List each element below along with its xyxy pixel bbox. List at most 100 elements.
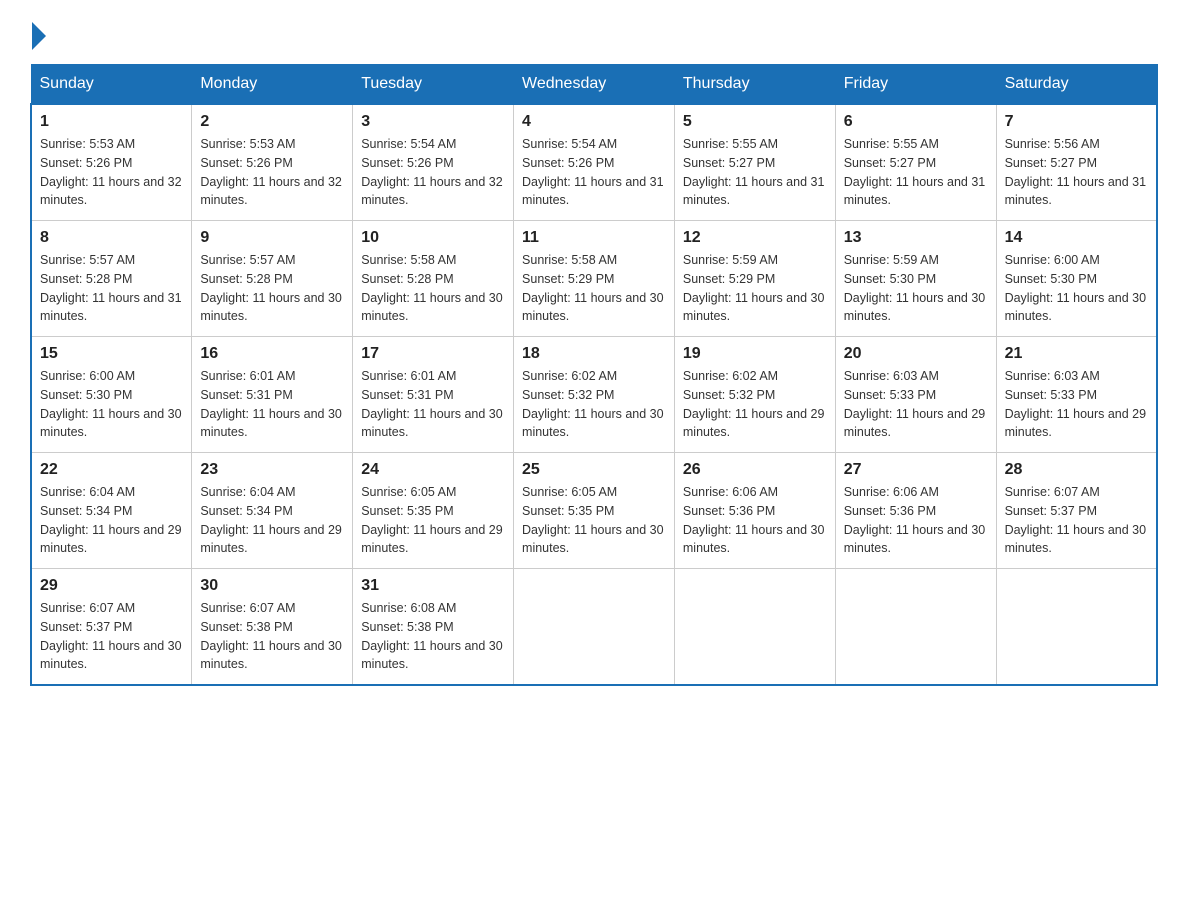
day-of-week-header: Monday <box>192 65 353 105</box>
day-info: Sunrise: 6:03 AMSunset: 5:33 PMDaylight:… <box>1005 369 1147 439</box>
calendar-cell <box>835 569 996 686</box>
calendar-cell <box>674 569 835 686</box>
day-info: Sunrise: 6:00 AMSunset: 5:30 PMDaylight:… <box>1005 253 1147 323</box>
calendar-header-row: SundayMondayTuesdayWednesdayThursdayFrid… <box>31 65 1157 105</box>
calendar-week-row: 1 Sunrise: 5:53 AMSunset: 5:26 PMDayligh… <box>31 104 1157 221</box>
day-of-week-header: Friday <box>835 65 996 105</box>
day-info: Sunrise: 5:55 AMSunset: 5:27 PMDaylight:… <box>844 137 986 207</box>
day-number: 20 <box>844 345 988 363</box>
day-info: Sunrise: 6:01 AMSunset: 5:31 PMDaylight:… <box>200 369 342 439</box>
day-info: Sunrise: 6:05 AMSunset: 5:35 PMDaylight:… <box>522 485 664 555</box>
day-of-week-header: Wednesday <box>514 65 675 105</box>
day-number: 12 <box>683 229 827 247</box>
day-info: Sunrise: 5:57 AMSunset: 5:28 PMDaylight:… <box>200 253 342 323</box>
day-info: Sunrise: 5:53 AMSunset: 5:26 PMDaylight:… <box>40 137 182 207</box>
day-info: Sunrise: 6:02 AMSunset: 5:32 PMDaylight:… <box>522 369 664 439</box>
day-info: Sunrise: 6:07 AMSunset: 5:37 PMDaylight:… <box>40 601 182 671</box>
day-number: 28 <box>1005 461 1148 479</box>
day-number: 10 <box>361 229 505 247</box>
calendar-cell: 22 Sunrise: 6:04 AMSunset: 5:34 PMDaylig… <box>31 453 192 569</box>
day-info: Sunrise: 5:56 AMSunset: 5:27 PMDaylight:… <box>1005 137 1147 207</box>
day-of-week-header: Saturday <box>996 65 1157 105</box>
calendar-cell: 29 Sunrise: 6:07 AMSunset: 5:37 PMDaylig… <box>31 569 192 686</box>
calendar-cell: 16 Sunrise: 6:01 AMSunset: 5:31 PMDaylig… <box>192 337 353 453</box>
day-of-week-header: Sunday <box>31 65 192 105</box>
day-number: 1 <box>40 113 183 131</box>
calendar-cell: 7 Sunrise: 5:56 AMSunset: 5:27 PMDayligh… <box>996 104 1157 221</box>
calendar-cell: 18 Sunrise: 6:02 AMSunset: 5:32 PMDaylig… <box>514 337 675 453</box>
day-info: Sunrise: 6:04 AMSunset: 5:34 PMDaylight:… <box>40 485 182 555</box>
day-number: 23 <box>200 461 344 479</box>
day-info: Sunrise: 6:06 AMSunset: 5:36 PMDaylight:… <box>683 485 825 555</box>
day-number: 8 <box>40 229 183 247</box>
day-number: 22 <box>40 461 183 479</box>
calendar-cell: 30 Sunrise: 6:07 AMSunset: 5:38 PMDaylig… <box>192 569 353 686</box>
logo <box>30 20 46 46</box>
day-number: 25 <box>522 461 666 479</box>
day-info: Sunrise: 5:58 AMSunset: 5:28 PMDaylight:… <box>361 253 503 323</box>
day-info: Sunrise: 6:05 AMSunset: 5:35 PMDaylight:… <box>361 485 503 555</box>
day-info: Sunrise: 6:03 AMSunset: 5:33 PMDaylight:… <box>844 369 986 439</box>
day-info: Sunrise: 6:00 AMSunset: 5:30 PMDaylight:… <box>40 369 182 439</box>
calendar-cell: 27 Sunrise: 6:06 AMSunset: 5:36 PMDaylig… <box>835 453 996 569</box>
day-number: 11 <box>522 229 666 247</box>
day-number: 17 <box>361 345 505 363</box>
day-number: 6 <box>844 113 988 131</box>
calendar-cell: 20 Sunrise: 6:03 AMSunset: 5:33 PMDaylig… <box>835 337 996 453</box>
day-number: 9 <box>200 229 344 247</box>
day-info: Sunrise: 5:59 AMSunset: 5:29 PMDaylight:… <box>683 253 825 323</box>
day-info: Sunrise: 6:07 AMSunset: 5:37 PMDaylight:… <box>1005 485 1147 555</box>
day-number: 24 <box>361 461 505 479</box>
day-info: Sunrise: 5:59 AMSunset: 5:30 PMDaylight:… <box>844 253 986 323</box>
day-number: 26 <box>683 461 827 479</box>
day-info: Sunrise: 6:06 AMSunset: 5:36 PMDaylight:… <box>844 485 986 555</box>
day-number: 5 <box>683 113 827 131</box>
calendar-cell: 19 Sunrise: 6:02 AMSunset: 5:32 PMDaylig… <box>674 337 835 453</box>
day-number: 7 <box>1005 113 1148 131</box>
logo-arrow-icon <box>32 22 46 50</box>
day-info: Sunrise: 5:58 AMSunset: 5:29 PMDaylight:… <box>522 253 664 323</box>
calendar-cell: 21 Sunrise: 6:03 AMSunset: 5:33 PMDaylig… <box>996 337 1157 453</box>
page-header <box>30 20 1158 46</box>
calendar-cell: 8 Sunrise: 5:57 AMSunset: 5:28 PMDayligh… <box>31 221 192 337</box>
calendar-cell: 12 Sunrise: 5:59 AMSunset: 5:29 PMDaylig… <box>674 221 835 337</box>
calendar-cell: 10 Sunrise: 5:58 AMSunset: 5:28 PMDaylig… <box>353 221 514 337</box>
calendar-week-row: 29 Sunrise: 6:07 AMSunset: 5:37 PMDaylig… <box>31 569 1157 686</box>
calendar-week-row: 8 Sunrise: 5:57 AMSunset: 5:28 PMDayligh… <box>31 221 1157 337</box>
day-number: 15 <box>40 345 183 363</box>
day-number: 27 <box>844 461 988 479</box>
day-number: 30 <box>200 577 344 595</box>
day-info: Sunrise: 6:04 AMSunset: 5:34 PMDaylight:… <box>200 485 342 555</box>
calendar-cell: 14 Sunrise: 6:00 AMSunset: 5:30 PMDaylig… <box>996 221 1157 337</box>
calendar-cell: 23 Sunrise: 6:04 AMSunset: 5:34 PMDaylig… <box>192 453 353 569</box>
calendar-week-row: 15 Sunrise: 6:00 AMSunset: 5:30 PMDaylig… <box>31 337 1157 453</box>
calendar-cell: 5 Sunrise: 5:55 AMSunset: 5:27 PMDayligh… <box>674 104 835 221</box>
day-number: 19 <box>683 345 827 363</box>
calendar-cell: 4 Sunrise: 5:54 AMSunset: 5:26 PMDayligh… <box>514 104 675 221</box>
day-number: 31 <box>361 577 505 595</box>
day-number: 29 <box>40 577 183 595</box>
day-number: 16 <box>200 345 344 363</box>
day-info: Sunrise: 6:08 AMSunset: 5:38 PMDaylight:… <box>361 601 503 671</box>
calendar-cell: 13 Sunrise: 5:59 AMSunset: 5:30 PMDaylig… <box>835 221 996 337</box>
calendar-cell: 9 Sunrise: 5:57 AMSunset: 5:28 PMDayligh… <box>192 221 353 337</box>
day-number: 21 <box>1005 345 1148 363</box>
calendar-cell: 2 Sunrise: 5:53 AMSunset: 5:26 PMDayligh… <box>192 104 353 221</box>
calendar-cell <box>996 569 1157 686</box>
calendar-cell: 15 Sunrise: 6:00 AMSunset: 5:30 PMDaylig… <box>31 337 192 453</box>
day-info: Sunrise: 5:54 AMSunset: 5:26 PMDaylight:… <box>522 137 664 207</box>
calendar-cell: 6 Sunrise: 5:55 AMSunset: 5:27 PMDayligh… <box>835 104 996 221</box>
calendar-cell: 3 Sunrise: 5:54 AMSunset: 5:26 PMDayligh… <box>353 104 514 221</box>
calendar-cell: 17 Sunrise: 6:01 AMSunset: 5:31 PMDaylig… <box>353 337 514 453</box>
calendar-cell: 1 Sunrise: 5:53 AMSunset: 5:26 PMDayligh… <box>31 104 192 221</box>
day-info: Sunrise: 5:57 AMSunset: 5:28 PMDaylight:… <box>40 253 182 323</box>
calendar-cell: 25 Sunrise: 6:05 AMSunset: 5:35 PMDaylig… <box>514 453 675 569</box>
day-number: 14 <box>1005 229 1148 247</box>
calendar-week-row: 22 Sunrise: 6:04 AMSunset: 5:34 PMDaylig… <box>31 453 1157 569</box>
calendar-table: SundayMondayTuesdayWednesdayThursdayFrid… <box>30 64 1158 686</box>
day-info: Sunrise: 5:53 AMSunset: 5:26 PMDaylight:… <box>200 137 342 207</box>
day-info: Sunrise: 6:01 AMSunset: 5:31 PMDaylight:… <box>361 369 503 439</box>
day-info: Sunrise: 5:54 AMSunset: 5:26 PMDaylight:… <box>361 137 503 207</box>
calendar-cell: 28 Sunrise: 6:07 AMSunset: 5:37 PMDaylig… <box>996 453 1157 569</box>
day-of-week-header: Tuesday <box>353 65 514 105</box>
